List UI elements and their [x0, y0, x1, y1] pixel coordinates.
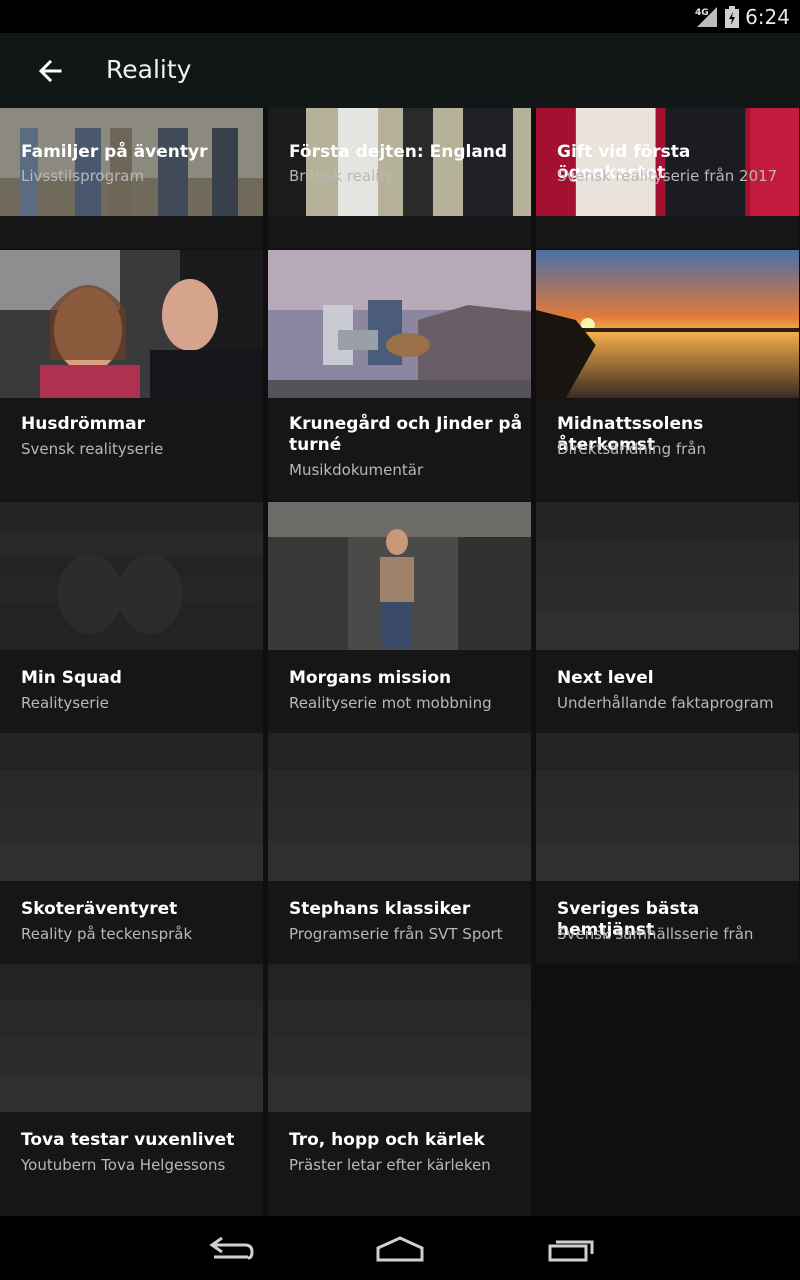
program-thumbnail — [536, 250, 799, 398]
program-card[interactable]: Tro, hopp och kärlek Präster letar efter… — [268, 964, 531, 1216]
program-thumbnail — [0, 964, 263, 1112]
program-subtitle: Realityserie — [21, 694, 109, 712]
signal-icon: 4G — [695, 6, 718, 27]
program-card[interactable]: Next level Underhållande faktaprogram — [536, 502, 799, 733]
program-card[interactable]: Husdrömmar Svensk realityserie — [0, 250, 263, 501]
program-subtitle: Präster letar efter kärleken — [289, 1156, 491, 1174]
battery-icon — [725, 5, 740, 28]
program-thumbnail — [268, 733, 531, 881]
program-thumbnail — [0, 502, 263, 650]
program-subtitle: Brittisk reality — [289, 167, 395, 185]
program-thumbnail — [268, 250, 531, 398]
program-subtitle: Direktsändning från — [557, 440, 707, 458]
program-thumbnail — [536, 502, 799, 650]
program-thumbnail — [0, 250, 263, 398]
network-type: 4G — [695, 8, 709, 18]
program-subtitle: Underhållande faktaprogram — [557, 694, 774, 712]
program-card[interactable]: Sveriges bästa hemtjänst Svensk samhälls… — [536, 733, 799, 964]
nav-recent-apps-icon[interactable] — [542, 1228, 602, 1268]
program-title: Skoteräventyret — [21, 899, 178, 919]
program-card[interactable]: Min Squad Realityserie — [0, 502, 263, 733]
status-indicators: 4G 6:24 — [695, 0, 790, 33]
back-arrow-icon[interactable] — [30, 51, 70, 91]
program-grid: Familjer på äventyr Livsstilsprogram För… — [0, 108, 800, 1216]
program-subtitle: Livsstilsprogram — [21, 167, 145, 185]
program-title: Familjer på äventyr — [21, 142, 208, 162]
program-title: Stephans klassiker — [289, 899, 471, 919]
program-title: Tro, hopp och kärlek — [289, 1130, 485, 1150]
program-subtitle: Reality på teckenspråk — [21, 925, 193, 943]
program-card[interactable]: Första dejten: England Brittisk reality — [268, 108, 531, 249]
system-nav-bar — [0, 1216, 800, 1280]
program-title: Morgans mission — [289, 668, 452, 688]
program-title: Next level — [557, 668, 654, 688]
program-subtitle: Musikdokumentär — [289, 461, 424, 479]
status-bar: 4G 6:24 — [0, 0, 800, 33]
program-card[interactable]: Skoteräventyret Reality på teckenspråk — [0, 733, 263, 964]
program-title: Tova testar vuxenlivet — [21, 1130, 235, 1150]
program-card[interactable]: Stephans klassiker Programserie från SVT… — [268, 733, 531, 964]
program-card[interactable]: Morgans mission Realityserie mot mobbnin… — [268, 502, 531, 733]
nav-home-icon[interactable] — [370, 1228, 430, 1268]
program-card[interactable]: Midnattssolens återkomst Direktsändning … — [536, 250, 799, 501]
app-bar: Reality — [0, 33, 800, 108]
program-card[interactable]: Tova testar vuxenlivet Youtubern Tova He… — [0, 964, 263, 1216]
program-subtitle: Realityserie mot mobbning — [289, 694, 492, 712]
program-thumbnail — [0, 733, 263, 881]
program-thumbnail — [268, 964, 531, 1112]
program-subtitle: Svensk realityserie från 2017 — [557, 167, 778, 185]
program-thumbnail — [536, 733, 799, 881]
program-card[interactable]: Gift vid första ögonkastet Svensk realit… — [536, 108, 799, 249]
clock: 6:24 — [745, 4, 790, 29]
program-card[interactable]: Familjer på äventyr Livsstilsprogram — [0, 108, 263, 249]
program-subtitle: Svensk samhällsserie från — [557, 925, 754, 943]
program-thumbnail — [268, 502, 531, 650]
page-title: Reality — [106, 55, 192, 84]
program-title: Första dejten: England — [289, 142, 508, 162]
program-title: Min Squad — [21, 668, 122, 688]
program-title: Krunegård och Jinder på turné — [289, 414, 523, 455]
program-subtitle: Svensk realityserie — [21, 440, 164, 458]
program-subtitle: Programserie från SVT Sport — [289, 925, 503, 943]
program-subtitle: Youtubern Tova Helgessons — [21, 1156, 226, 1174]
program-card[interactable]: Krunegård och Jinder på turné Musikdokum… — [268, 250, 531, 501]
nav-back-icon[interactable] — [200, 1228, 260, 1268]
program-title: Husdrömmar — [21, 414, 145, 434]
